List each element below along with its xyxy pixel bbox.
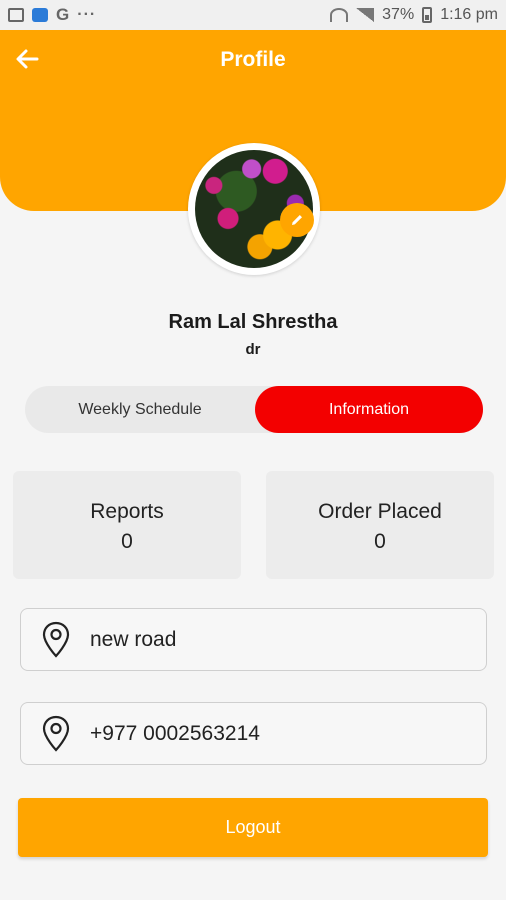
- phone-field: +977 0002563214: [20, 702, 487, 765]
- tab-weekly-schedule[interactable]: Weekly Schedule: [25, 386, 255, 433]
- reports-count: 0: [121, 530, 133, 553]
- order-placed-label: Order Placed: [318, 500, 442, 523]
- image-notification-icon: [8, 8, 24, 22]
- address-text: new road: [90, 627, 177, 651]
- orders-card: Order Placed 0: [266, 471, 494, 579]
- address-field: new road: [20, 608, 487, 671]
- signal-icon: [356, 8, 375, 22]
- user-role: dr: [245, 341, 261, 358]
- status-bar-right: 37% 1:16 pm: [330, 6, 498, 24]
- location-pin-icon: [39, 714, 73, 754]
- pencil-icon: [292, 215, 302, 225]
- page-title: Profile: [220, 48, 286, 71]
- status-bar-left: G ···: [8, 5, 96, 25]
- google-icon: G: [56, 5, 70, 24]
- user-name: Ram Lal Shrestha: [168, 311, 338, 333]
- status-bar: G ··· 37% 1:16 pm: [0, 0, 506, 30]
- more-notifications-icon: ···: [77, 6, 97, 23]
- profile-tabs: Weekly Schedule Information: [25, 386, 483, 433]
- location-pin-icon: [39, 620, 73, 660]
- reports-card: Reports 0: [13, 471, 241, 579]
- app-notification-icon: [32, 8, 48, 22]
- wifi-icon: [330, 8, 349, 22]
- phone-text: +977 0002563214: [90, 721, 260, 745]
- edit-avatar-button[interactable]: [280, 203, 314, 237]
- logout-button[interactable]: Logout: [18, 798, 488, 857]
- avatar-frame: [188, 143, 320, 275]
- reports-label: Reports: [90, 500, 164, 523]
- tab-information[interactable]: Information: [255, 386, 483, 433]
- order-placed-count: 0: [374, 530, 386, 553]
- battery-percent: 37%: [382, 6, 415, 23]
- battery-icon: [422, 7, 433, 23]
- status-time: 1:16 pm: [440, 6, 498, 23]
